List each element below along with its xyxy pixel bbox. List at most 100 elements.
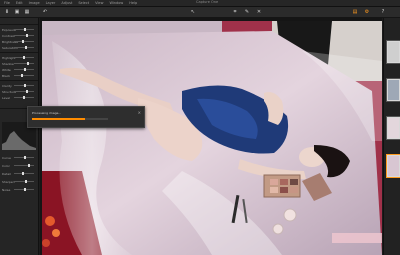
import-icon[interactable]: ⬇ [4,9,10,15]
slider-track[interactable] [14,28,34,31]
slider-row[interactable]: Noise [2,188,36,192]
heal-icon[interactable]: ✕ [256,9,262,15]
crop-icon[interactable]: ⌗ [232,9,238,15]
photo-image [42,21,382,255]
slider-knob[interactable] [23,56,25,59]
slider-row[interactable]: Shadow [2,62,36,66]
slider-track[interactable] [14,84,34,87]
menu-item[interactable]: File [4,1,10,5]
slider-track[interactable] [14,90,34,93]
slider-track[interactable] [14,34,34,37]
slider-track[interactable] [14,172,34,175]
slider-track[interactable] [14,96,34,99]
slider-row[interactable]: Sharpen [2,180,36,184]
menu-item[interactable]: Edit [16,1,23,5]
slider-label: Curve [2,156,11,160]
slider-knob[interactable] [25,180,27,183]
camera-icon[interactable]: ▣ [14,9,20,15]
divider [0,52,38,53]
slider-row[interactable]: Highlight [2,56,36,60]
window-title: Capture One [196,0,219,4]
slider-track[interactable] [14,56,34,59]
progress-fill [32,118,86,120]
slider-row[interactable]: Curve [2,156,36,160]
slider-track[interactable] [14,40,34,43]
slider-knob[interactable] [24,68,26,71]
slider-track[interactable] [14,156,34,159]
slider-label: Clarity [2,84,12,88]
menu-item[interactable]: Select [78,1,89,5]
filmstrip [383,18,400,255]
slider-row[interactable]: Saturation [2,46,36,50]
slider-knob[interactable] [21,74,23,77]
slider-row[interactable]: Structure [2,90,36,94]
slider-label: Black [2,74,11,78]
slider-row[interactable]: Clarity [2,84,36,88]
slider-label: Sharpen [2,180,15,184]
cursor-icon[interactable]: ↖ [190,9,196,15]
slider-row[interactable]: Contrast [2,34,36,38]
brush-icon[interactable]: ✎ [244,9,250,15]
slider-knob[interactable] [26,90,28,93]
slider-knob[interactable] [24,84,26,87]
slider-track[interactable] [14,74,34,77]
progress-bar [32,118,108,120]
divider [0,24,38,25]
menu-item[interactable]: View [95,1,103,5]
toolbar: ⬇ ▣ ▦ ↶ ↖ ⌗ ✎ ✕ ▤ ⚙ ? [0,7,400,18]
slider-knob[interactable] [25,46,27,49]
export-icon[interactable]: ▤ [352,9,358,15]
undo-icon[interactable]: ↶ [42,9,48,15]
thumbnail[interactable] [386,154,400,178]
slider-row[interactable]: White [2,68,36,72]
menu-item[interactable]: Help [129,1,137,5]
grid-icon[interactable]: ▦ [24,9,30,15]
slider-label: Color [2,164,10,168]
thumbnail[interactable] [386,116,400,140]
slider-knob[interactable] [28,164,30,167]
slider-row[interactable]: Brightness [2,40,36,44]
popup-text: Processing image... [32,111,62,115]
slider-knob[interactable] [27,62,29,65]
slider-row[interactable]: Exposure [2,28,36,32]
slider-track[interactable] [14,180,34,183]
slider-label: Detail [2,172,11,176]
slider-knob[interactable] [22,40,24,43]
slider-knob[interactable] [24,188,26,191]
menu-bar: File Edit Image Layer Adjust Select View… [0,0,400,7]
slider-row[interactable]: Level [2,96,36,100]
slider-knob[interactable] [24,28,26,31]
menu-item[interactable]: Layer [46,1,56,5]
settings-icon[interactable]: ⚙ [364,9,370,15]
menu-item[interactable]: Window [109,1,123,5]
slider-row[interactable]: Color [2,164,36,168]
slider-track[interactable] [14,68,34,71]
slider-row[interactable]: Black [2,74,36,78]
close-icon[interactable]: × [138,110,141,115]
slider-track[interactable] [14,62,34,65]
thumbnail[interactable] [386,78,400,102]
slider-track[interactable] [14,164,34,167]
slider-row[interactable]: Detail [2,172,36,176]
divider [0,80,38,81]
tools-panel: Exposure Contrast Brightness Saturation … [0,18,39,255]
menu-list: File Edit Image Layer Adjust Select View… [4,1,137,5]
photo-canvas[interactable] [40,18,382,255]
slider-label: Noise [2,188,11,192]
slider-knob[interactable] [26,34,28,37]
slider-track[interactable] [14,46,34,49]
help-icon[interactable]: ? [380,9,386,15]
slider-track[interactable] [14,188,34,191]
slider-label: Level [2,96,10,100]
slider-knob[interactable] [23,96,25,99]
slider-label: Contrast [2,34,15,38]
slider-knob[interactable] [22,172,24,175]
slider-label: White [2,68,11,72]
processing-popup: Processing image... × [27,106,145,128]
menu-item[interactable]: Adjust [61,1,72,5]
slider-knob[interactable] [24,156,26,159]
thumbnail[interactable] [386,40,400,64]
app-window: File Edit Image Layer Adjust Select View… [0,0,400,255]
menu-item[interactable]: Image [29,1,40,5]
slider-label: Shadow [2,62,14,66]
